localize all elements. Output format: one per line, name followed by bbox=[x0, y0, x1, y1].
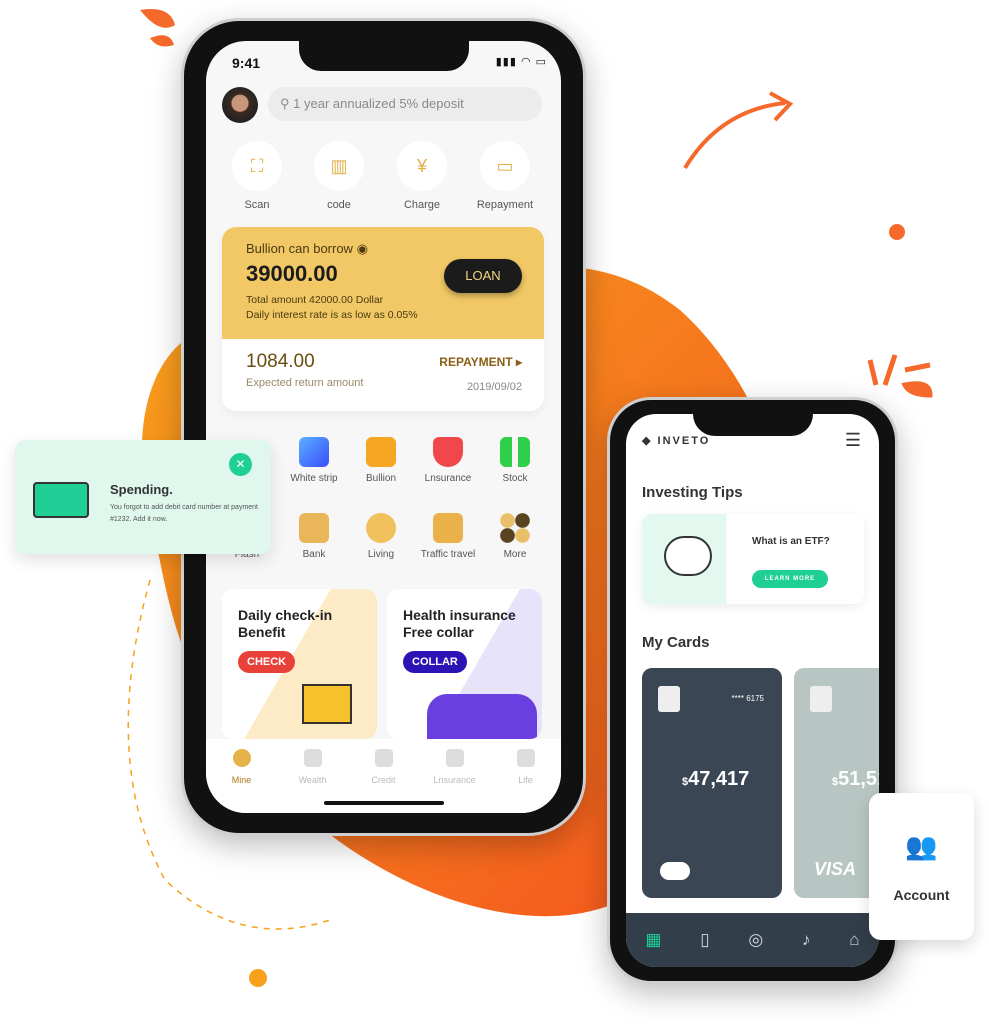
grid-icon[interactable]: ▦ bbox=[645, 930, 661, 950]
loan-button[interactable]: LOAN bbox=[444, 259, 522, 293]
chip-icon bbox=[658, 686, 680, 712]
notification-toast: Spending. You forgot to add debit card n… bbox=[15, 440, 271, 554]
wealth-icon bbox=[303, 749, 322, 767]
phone-screen: 9:41 ▮▮▮ ◠ ▭ ⚲ 1 year annualized 5% depo… bbox=[206, 41, 561, 813]
promo-title: Health insurance Free collar bbox=[403, 607, 516, 640]
service-insurance[interactable]: Lnsurance bbox=[415, 437, 481, 484]
promo-daily-check-in[interactable]: Daily check-in Benefit CHECK bbox=[222, 589, 377, 739]
service-living[interactable]: Living bbox=[348, 513, 414, 560]
service-traffic-travel[interactable]: Traffic travel bbox=[415, 513, 481, 560]
promo-health-insurance[interactable]: Health insurance Free collar COLLAR bbox=[387, 589, 542, 739]
more-icon bbox=[500, 513, 530, 543]
quick-action-code[interactable]: ▥ code bbox=[304, 141, 374, 211]
status-time: 9:41 bbox=[232, 55, 261, 71]
tip-card[interactable]: What is an ETF? LEARN MORE bbox=[642, 514, 864, 604]
account-icon: 👥 bbox=[905, 831, 938, 861]
label: code bbox=[327, 199, 351, 211]
status-icons: ▮▮▮ ◠ ▭ bbox=[495, 56, 547, 68]
yen-icon: ¥ bbox=[397, 141, 447, 191]
lightning-icon bbox=[366, 513, 396, 543]
home-indicator bbox=[323, 801, 444, 805]
collar-button[interactable]: COLLAR bbox=[403, 651, 467, 673]
phone-finance-app: 9:41 ▮▮▮ ◠ ▭ ⚲ 1 year annualized 5% depo… bbox=[181, 18, 586, 836]
search-icon: ⚲ bbox=[280, 96, 294, 111]
learn-more-button[interactable]: LEARN MORE bbox=[752, 570, 828, 588]
tab-mine[interactable]: Mine bbox=[212, 749, 272, 813]
bell-icon[interactable]: ♪ bbox=[802, 930, 811, 950]
account-card[interactable]: 👥 Account bbox=[869, 793, 974, 940]
chip-icon bbox=[810, 686, 832, 712]
logo-icon: ◆ bbox=[642, 435, 653, 447]
eye-icon: ◉ bbox=[356, 241, 368, 256]
notification-message: You forgot to add debit card number at p… bbox=[110, 504, 259, 523]
bottom-tab-bar: ▦ ▯ ◎ ♪ ⌂ bbox=[626, 913, 879, 967]
user-icon[interactable]: ◎ bbox=[748, 930, 763, 950]
shield-icon bbox=[445, 749, 464, 767]
piggy-bank-icon bbox=[664, 536, 712, 576]
notch bbox=[692, 414, 813, 436]
avatar[interactable] bbox=[222, 87, 258, 123]
card-balance: $51,51 bbox=[832, 768, 879, 790]
cards-title: My Cards bbox=[642, 634, 710, 651]
visa-logo: VISA bbox=[814, 859, 857, 879]
menu-icon[interactable]: ☰ bbox=[845, 430, 861, 451]
mastercard-icon bbox=[660, 862, 690, 880]
promo-title: Daily check-in Benefit bbox=[238, 607, 333, 640]
label: Scan bbox=[244, 199, 270, 211]
service-more[interactable]: More bbox=[482, 513, 548, 560]
gift-icon bbox=[302, 684, 352, 724]
card-icon: ▭ bbox=[480, 141, 530, 191]
quick-action-scan[interactable]: ⛶ Scan bbox=[222, 141, 292, 211]
close-icon[interactable]: ✕ bbox=[229, 453, 252, 476]
notch bbox=[298, 41, 469, 71]
quick-action-charge[interactable]: ¥ Charge bbox=[387, 141, 457, 211]
barcode-icon: ▥ bbox=[314, 141, 364, 191]
card-number: **** 6175 bbox=[731, 694, 764, 703]
mine-icon bbox=[232, 749, 251, 767]
phone-screen: ◆ INVETO ☰ Investing Tips What is an ETF… bbox=[626, 414, 879, 967]
repayment-date: 2019/09/02 bbox=[466, 381, 522, 393]
service-bank[interactable]: Bank bbox=[281, 513, 347, 560]
card-visa[interactable]: $51,51 VISA bbox=[794, 668, 879, 898]
check-button[interactable]: CHECK bbox=[238, 651, 296, 673]
account-label: Account bbox=[893, 887, 950, 903]
shield-icon bbox=[433, 437, 463, 467]
label: Repayment bbox=[476, 199, 534, 211]
search-input[interactable]: ⚲ 1 year annualized 5% deposit bbox=[268, 87, 542, 121]
service-bullion[interactable]: Bullion bbox=[348, 437, 414, 484]
scan-icon: ⛶ bbox=[232, 141, 282, 191]
loan-card: Bullion can borrow ◉ 39000.00 Total amou… bbox=[222, 227, 544, 411]
credit-card-icon bbox=[33, 482, 89, 518]
arrow-icon bbox=[683, 101, 786, 170]
notification-title: Spending. bbox=[110, 482, 173, 497]
cards-icon bbox=[299, 437, 329, 467]
card-balance: $47,417 bbox=[682, 768, 750, 790]
repayment-link[interactable]: REPAYMENT ▸ bbox=[439, 355, 522, 369]
quick-action-repayment[interactable]: ▭ Repayment bbox=[470, 141, 540, 211]
tab-life[interactable]: Life bbox=[496, 749, 556, 813]
people-illustration bbox=[427, 694, 537, 739]
life-icon bbox=[516, 749, 535, 767]
label: Charge bbox=[403, 199, 441, 211]
tips-title: Investing Tips bbox=[642, 484, 743, 501]
brand-logo: ◆ INVETO bbox=[642, 435, 711, 447]
gold-bars-icon bbox=[366, 437, 396, 467]
book-icon[interactable]: ▯ bbox=[700, 930, 709, 950]
loan-total: Total amount 42000.00 Dollar bbox=[246, 294, 384, 306]
card-mastercard[interactable]: **** 6175 $47,417 bbox=[642, 668, 782, 898]
bus-icon bbox=[433, 513, 463, 543]
candlestick-icon bbox=[500, 437, 530, 467]
bank-icon bbox=[299, 513, 329, 543]
loan-rate: Daily interest rate is as low as 0.05% bbox=[246, 309, 418, 321]
home-icon[interactable]: ⌂ bbox=[849, 930, 859, 950]
credit-icon bbox=[374, 749, 393, 767]
phone-investing-app: ◆ INVETO ☰ Investing Tips What is an ETF… bbox=[607, 397, 898, 984]
service-white-strip[interactable]: White strip bbox=[281, 437, 347, 484]
tip-title: What is an ETF? bbox=[752, 536, 830, 547]
search-placeholder: 1 year annualized 5% deposit bbox=[293, 96, 464, 111]
service-stock[interactable]: Stock bbox=[482, 437, 548, 484]
loan-title: Bullion can borrow ◉ bbox=[246, 241, 368, 256]
